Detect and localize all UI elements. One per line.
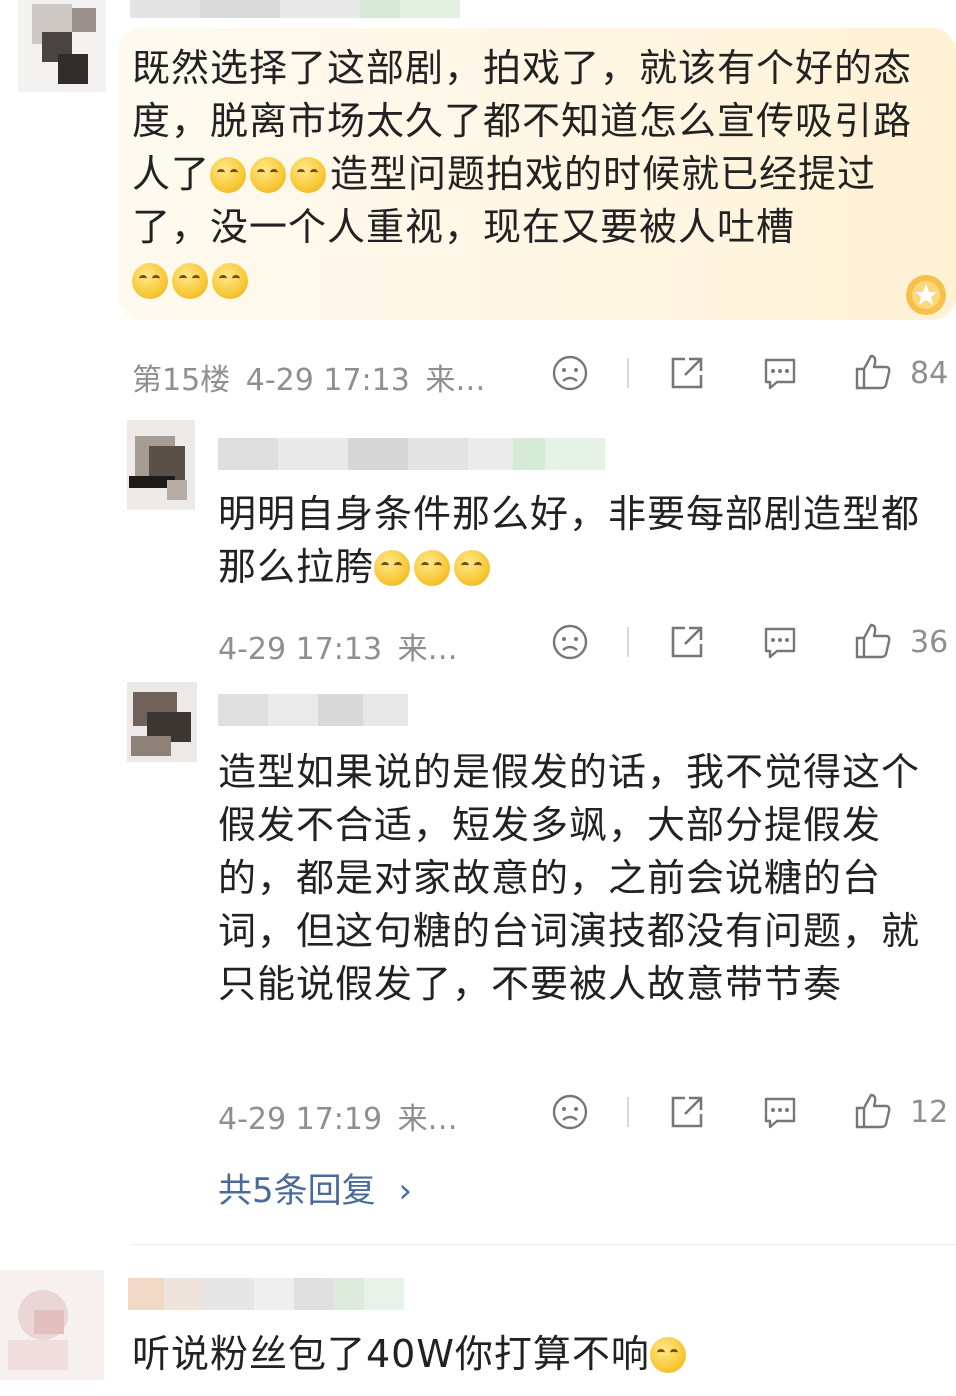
like-count: 36 (910, 625, 949, 660)
comment-icon[interactable] (761, 623, 799, 661)
share-icon[interactable] (667, 622, 707, 662)
avatar[interactable] (0, 1270, 104, 1380)
divider (627, 358, 629, 388)
emoji-icon (454, 550, 491, 586)
face-icon[interactable] (551, 354, 589, 392)
share-icon[interactable] (667, 353, 707, 393)
face-icon[interactable] (551, 623, 589, 661)
emoji-icon (374, 550, 411, 586)
comment-icon[interactable] (761, 354, 799, 392)
divider (627, 1097, 629, 1127)
reply-meta: 4-29 17:19 来… (218, 1102, 458, 1137)
like-icon[interactable] (853, 621, 893, 661)
emoji-icon (212, 263, 248, 299)
username[interactable] (128, 1278, 404, 1310)
comment-meta: 第15楼 4-29 17:13 来… (132, 363, 486, 398)
reply-meta: 4-29 17:13 来… (218, 632, 458, 667)
reply-text: 造型如果说的是假发的话，我不觉得这个假发不合适，短发多飒，大部分提假发的，都是对… (218, 750, 921, 1006)
username[interactable] (130, 0, 460, 18)
avatar[interactable] (127, 420, 195, 510)
like-count: 84 (910, 356, 949, 391)
divider (627, 627, 629, 657)
emoji-icon (210, 157, 247, 193)
comment-divider (132, 1244, 956, 1245)
avatar[interactable] (127, 682, 197, 762)
comment-text: 听说粉丝包了40W你打算不响 (132, 1328, 932, 1381)
emoji-icon (414, 550, 451, 586)
chevron-right-icon: › (398, 1171, 413, 1211)
username[interactable] (218, 438, 605, 470)
like-icon[interactable] (853, 352, 893, 392)
share-icon[interactable] (667, 1092, 707, 1132)
avatar[interactable] (18, 0, 106, 92)
reply-text: 明明自身条件那么好，非要每部剧造型都那么拉胯 (218, 492, 921, 589)
emoji-icon (649, 1337, 686, 1373)
username[interactable] (218, 694, 408, 726)
comment-icon[interactable] (761, 1093, 799, 1131)
more-replies-link[interactable]: 共5条回复 › (218, 1163, 412, 1212)
emoji-icon (250, 157, 287, 193)
emoji-icon (290, 157, 327, 193)
emoji-icon (172, 263, 208, 299)
emoji-icon (132, 263, 168, 299)
face-icon[interactable] (551, 1093, 589, 1131)
like-count: 12 (910, 1095, 949, 1130)
comment-text: 既然选择了这部剧，拍戏了，就该有个好的态度，脱离市场太久了都不知道怎么宣传吸引路… (132, 42, 932, 307)
like-icon[interactable] (853, 1091, 893, 1131)
